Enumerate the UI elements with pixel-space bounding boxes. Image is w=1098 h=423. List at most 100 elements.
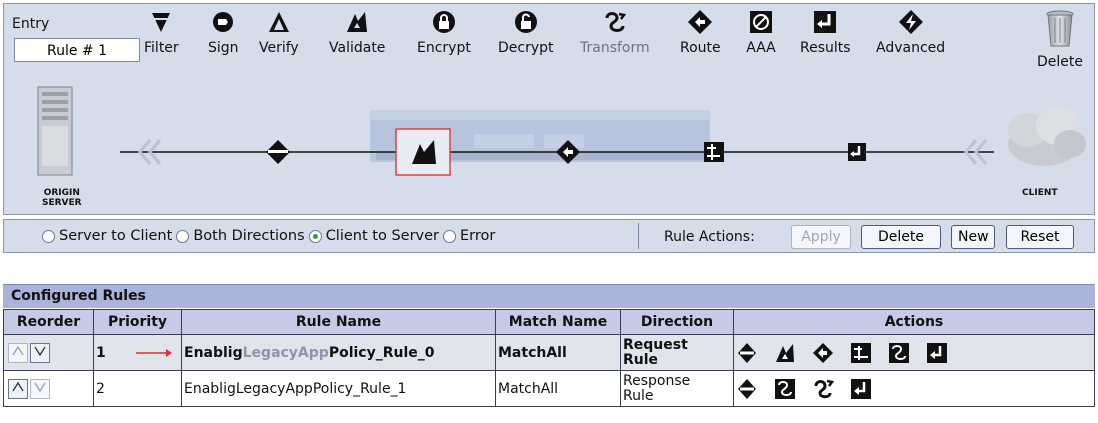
- rule-name-part: Enablig: [184, 344, 243, 361]
- actions-cell: [733, 370, 1095, 407]
- column-header-match-name: Match Name: [495, 309, 621, 335]
- results-icon[interactable]: [850, 378, 872, 400]
- match-name-cell: MatchAll: [495, 334, 621, 371]
- column-header-priority: Priority: [93, 309, 182, 335]
- filter-icon: [146, 8, 176, 36]
- direction-text: Response: [623, 372, 691, 389]
- filter-tool[interactable]: Filter: [144, 8, 179, 56]
- radio-dot[interactable]: [176, 229, 190, 243]
- radio-label: Both Directions: [193, 228, 305, 244]
- aaa-icon: [746, 8, 776, 36]
- rule-name-cell[interactable]: EnabligLegacyAppPolicy_Rule_1: [181, 370, 496, 407]
- direction-text: Rule: [623, 351, 659, 368]
- transform-icon[interactable]: [888, 342, 910, 364]
- aaa-label: AAA: [746, 40, 776, 56]
- radio-error[interactable]: Error: [443, 228, 495, 244]
- verify-tool[interactable]: Verify: [259, 8, 299, 56]
- chevron-up-icon: [12, 381, 24, 391]
- aaa-tool[interactable]: AAA: [746, 8, 776, 56]
- client-label: CLIENT: [1022, 188, 1058, 198]
- decrypt-label: Decrypt: [498, 40, 554, 56]
- chevron-up-icon: [12, 345, 24, 355]
- encrypt-tool[interactable]: Encrypt: [417, 8, 471, 56]
- move-down-button[interactable]: [30, 342, 50, 363]
- reset-button[interactable]: Reset: [1006, 225, 1074, 249]
- encrypt-label: Encrypt: [417, 40, 471, 56]
- chevron-down-icon: [34, 382, 46, 392]
- priority-value: 1: [96, 344, 106, 361]
- rule-name-part: Policy_Rule_0: [328, 344, 435, 361]
- direction-cell: Response Rule: [620, 370, 734, 407]
- results-icon[interactable]: [926, 342, 948, 364]
- filter-label: Filter: [144, 40, 179, 56]
- radio-server-to-client[interactable]: Server to Client: [42, 228, 172, 244]
- route-tool[interactable]: Route: [680, 8, 721, 56]
- column-header-rule-name: Rule Name: [181, 309, 496, 335]
- move-up-button[interactable]: [8, 342, 28, 363]
- reorder-cell: [3, 370, 94, 407]
- filter-icon[interactable]: [736, 378, 758, 400]
- filter-icon[interactable]: [736, 342, 758, 364]
- rule-name-part: LegacyApp: [242, 344, 329, 361]
- validate-icon: [342, 8, 372, 36]
- transform-icon: [600, 8, 630, 36]
- entry-label: Entry: [12, 16, 50, 32]
- validate-icon[interactable]: [774, 342, 796, 364]
- move-up-button[interactable]: [8, 378, 28, 399]
- delete-action-tool[interactable]: Delete: [1030, 10, 1090, 70]
- radio-label: Client to Server: [325, 228, 439, 244]
- entry-rule-field[interactable]: [14, 38, 140, 62]
- match-name-cell: MatchAll: [495, 370, 621, 407]
- radio-client-to-server[interactable]: Client to Server: [308, 228, 439, 244]
- validate-tool[interactable]: Validate: [329, 8, 385, 56]
- flow-validate-action-selected[interactable]: [395, 128, 451, 176]
- table-row[interactable]: 1 EnabligLegacyAppPolicy_Rule_0 MatchAll…: [3, 334, 1095, 371]
- route-icon[interactable]: [812, 342, 834, 364]
- advanced-label: Advanced: [876, 40, 946, 56]
- direction-radio-group: Server to Client Both Directions Client …: [42, 228, 499, 244]
- divider: [638, 223, 639, 249]
- column-header-direction: Direction: [620, 309, 734, 335]
- radio-both-directions[interactable]: Both Directions: [176, 228, 305, 244]
- current-rule-arrow-icon: [136, 348, 173, 357]
- flow-transform-action[interactable]: [704, 142, 724, 162]
- radio-label: Error: [460, 228, 496, 244]
- apply-button[interactable]: Apply: [791, 225, 851, 249]
- radio-dot[interactable]: [42, 229, 55, 243]
- radio-dot-selected[interactable]: [308, 229, 322, 243]
- transform-xslt-icon[interactable]: [850, 342, 872, 364]
- route-label: Route: [680, 40, 721, 56]
- verify-label: Verify: [259, 40, 299, 56]
- table-header-row: Reorder Priority Rule Name Match Name Di…: [3, 309, 1095, 335]
- transform-xform-icon[interactable]: [812, 378, 834, 400]
- sign-label: Sign: [208, 40, 239, 56]
- reorder-cell: [3, 334, 94, 371]
- origin-server-label: ORIGIN SERVER: [42, 188, 82, 208]
- column-header-reorder: Reorder: [3, 309, 94, 335]
- table-row[interactable]: 2 EnabligLegacyAppPolicy_Rule_1 MatchAll…: [3, 370, 1095, 407]
- radio-dot[interactable]: [443, 229, 456, 243]
- decrypt-tool[interactable]: Decrypt: [498, 8, 554, 56]
- delete-tool-label: Delete: [1037, 54, 1083, 70]
- advanced-tool[interactable]: Advanced: [876, 8, 945, 56]
- configured-rules-title: Configured Rules: [3, 284, 1095, 308]
- verify-icon: [264, 8, 294, 36]
- sign-icon: [208, 8, 238, 36]
- sign-tool[interactable]: Sign: [208, 8, 239, 56]
- flow-results-action[interactable]: [848, 143, 866, 161]
- chevron-down-icon: [34, 346, 46, 356]
- results-tool[interactable]: Results: [800, 8, 851, 56]
- trash-icon: [1045, 10, 1075, 52]
- results-icon: [810, 8, 840, 36]
- transform-tool[interactable]: Transform: [580, 8, 650, 56]
- advanced-icon: [896, 8, 926, 36]
- delete-button[interactable]: Delete: [861, 225, 941, 249]
- transform-icon[interactable]: [774, 378, 796, 400]
- move-down-button[interactable]: [30, 378, 50, 399]
- results-label: Results: [800, 40, 851, 56]
- flow-filter-action[interactable]: [266, 140, 290, 164]
- client-cloud-image: [1008, 107, 1086, 166]
- transform-label: Transform: [580, 40, 650, 56]
- rule-name-cell[interactable]: EnabligLegacyAppPolicy_Rule_0: [181, 334, 496, 371]
- new-button[interactable]: New: [951, 225, 995, 249]
